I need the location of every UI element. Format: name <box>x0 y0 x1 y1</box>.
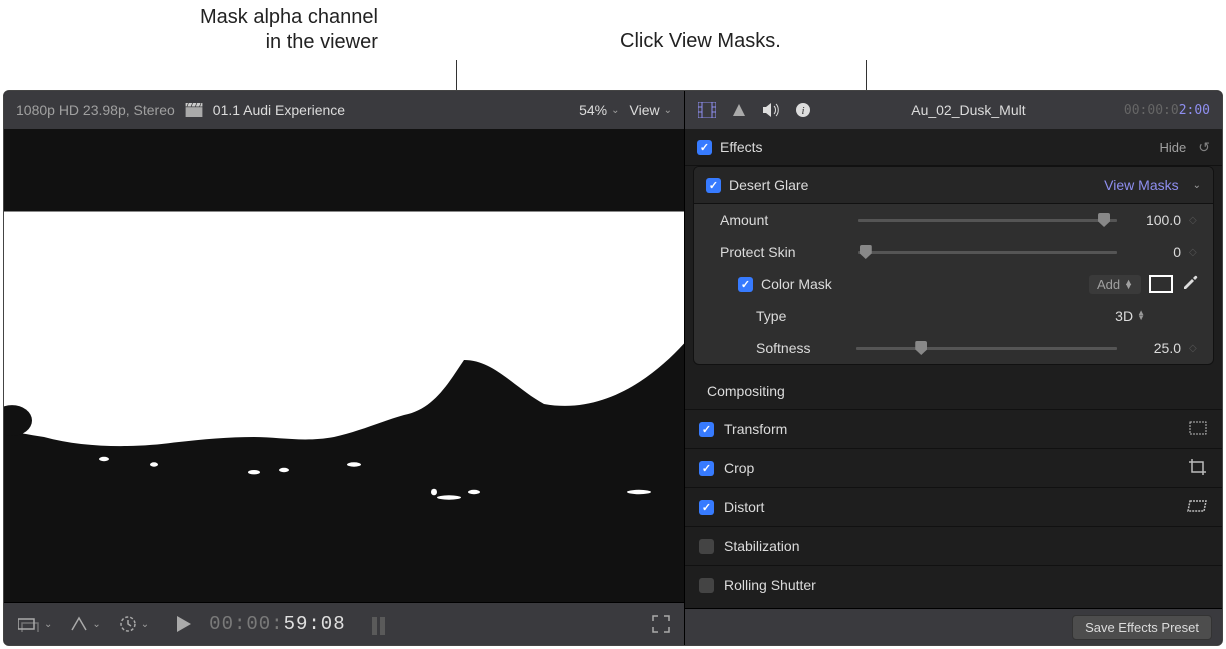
color-mask-checkbox[interactable] <box>738 277 753 292</box>
info-inspector-tab-icon[interactable]: i <box>793 100 813 120</box>
retime-icon[interactable]: ⌄ <box>119 615 149 633</box>
transform-label: Transform <box>724 421 787 437</box>
hide-button[interactable]: Hide <box>1160 140 1187 155</box>
viewer-pane: 1080p HD 23.98p, Stereo 01.1 Audi Experi… <box>4 91 684 645</box>
svg-text:i: i <box>801 105 804 117</box>
param-color-mask: Color Mask Add▲▼ <box>694 268 1213 300</box>
crop-tool-icon[interactable] <box>1188 458 1208 479</box>
param-softness: Softness 25.0 ◇ <box>694 332 1213 364</box>
inspector-header: i Au_02_Dusk_Mult 00:00:02:00 <box>685 91 1222 129</box>
keyframe-icon[interactable]: ◇ <box>1189 343 1199 354</box>
transform-tool-icon[interactable] <box>1188 420 1208 439</box>
fullscreen-icon[interactable] <box>652 615 670 633</box>
param-amount-label: Amount <box>720 212 850 228</box>
transform-checkbox[interactable] <box>699 422 714 437</box>
color-mask-add-dropdown[interactable]: Add▲▼ <box>1089 275 1141 294</box>
distort-section: Distort <box>685 487 1222 526</box>
effect-name: Desert Glare <box>729 177 808 193</box>
softness-label: Softness <box>756 340 848 356</box>
amount-slider[interactable] <box>858 219 1117 222</box>
distort-label: Distort <box>724 499 764 515</box>
inspector-pane: i Au_02_Dusk_Mult 00:00:02:00 Effects Hi… <box>684 91 1222 645</box>
type-dropdown[interactable]: 3D ▲▼ <box>1115 308 1145 324</box>
tool-mode-icon[interactable]: ⌄ <box>70 616 100 632</box>
color-mask-label: Color Mask <box>761 276 871 292</box>
color-inspector-tab-icon[interactable] <box>729 100 749 120</box>
view-dropdown[interactable]: View⌄ <box>630 102 672 118</box>
format-label: 1080p HD 23.98p, Stereo <box>16 102 175 118</box>
viewer-titlebar: 1080p HD 23.98p, Stereo 01.1 Audi Experi… <box>4 91 684 129</box>
inspector-footer: Save Effects Preset <box>685 608 1222 645</box>
app-window: 1080p HD 23.98p, Stereo 01.1 Audi Experi… <box>3 90 1223 646</box>
stabilization-section: Stabilization <box>685 526 1222 565</box>
crop-section: Crop <box>685 448 1222 487</box>
inspector-body: Effects Hide ↺ Desert Glare View Masks ⌄… <box>685 129 1222 608</box>
keyframe-icon[interactable]: ◇ <box>1189 215 1199 226</box>
softness-value[interactable]: 25.0 <box>1125 340 1181 356</box>
compositing-header: Compositing <box>685 373 1222 409</box>
callout-view-masks: Click View Masks. <box>620 30 781 53</box>
clip-duration: 00:00:02:00 <box>1124 103 1210 118</box>
stabilization-label: Stabilization <box>724 538 800 554</box>
stabilization-checkbox[interactable] <box>699 539 714 554</box>
param-protect-skin: Protect Skin 0 ◇ <box>694 236 1213 268</box>
view-masks-button[interactable]: View Masks <box>1104 177 1178 193</box>
rolling-shutter-label: Rolling Shutter <box>724 577 816 593</box>
protect-slider[interactable] <box>858 251 1117 254</box>
audio-inspector-tab-icon[interactable] <box>761 100 781 120</box>
audio-meter <box>372 613 385 635</box>
mask-alpha-display <box>4 129 684 602</box>
rolling-shutter-checkbox[interactable] <box>699 578 714 593</box>
effect-header: Desert Glare View Masks ⌄ <box>694 167 1213 204</box>
amount-value[interactable]: 100.0 <box>1125 212 1181 228</box>
timecode-display: 00:00:59:08 <box>209 613 345 635</box>
play-button[interactable] <box>177 616 191 632</box>
view-masks-chevron-icon[interactable]: ⌄ <box>1193 180 1201 191</box>
softness-slider[interactable] <box>856 347 1117 350</box>
effect-desert-glare: Desert Glare View Masks ⌄ Amount 100.0 ◇… <box>693 166 1214 365</box>
type-label: Type <box>756 308 848 324</box>
crop-label: Crop <box>724 460 754 476</box>
clapperboard-icon <box>185 103 203 117</box>
effect-checkbox[interactable] <box>706 178 721 193</box>
mask-rect-icon[interactable] <box>1149 275 1173 293</box>
effects-checkbox[interactable] <box>697 140 712 155</box>
effects-section-header: Effects Hide ↺ <box>685 129 1222 166</box>
param-type: Type 3D ▲▼ <box>694 300 1213 332</box>
project-name: 01.1 Audi Experience <box>213 102 345 118</box>
transport-bar: ⌄ ⌄ ⌄ 00:00:59:08 <box>4 602 684 645</box>
reset-effects-icon[interactable]: ↺ <box>1198 139 1210 156</box>
keyframe-icon[interactable]: ◇ <box>1189 247 1199 258</box>
crop-checkbox[interactable] <box>699 461 714 476</box>
clip-name: Au_02_Dusk_Mult <box>825 102 1112 118</box>
viewer-canvas[interactable] <box>4 129 684 602</box>
distort-checkbox[interactable] <box>699 500 714 515</box>
zoom-dropdown[interactable]: 54%⌄ <box>579 102 619 118</box>
protect-value[interactable]: 0 <box>1125 244 1181 260</box>
effects-label: Effects <box>720 139 763 155</box>
video-inspector-tab-icon[interactable] <box>697 100 717 120</box>
distort-tool-icon[interactable] <box>1186 499 1208 516</box>
rolling-shutter-section: Rolling Shutter <box>685 565 1222 604</box>
param-amount: Amount 100.0 ◇ <box>694 204 1213 236</box>
transform-section: Transform <box>685 409 1222 448</box>
callout-mask-alpha: Mask alpha channel in the viewer <box>200 5 378 55</box>
eyedropper-icon[interactable] <box>1181 274 1199 295</box>
clip-appearance-icon[interactable]: ⌄ <box>18 616 52 632</box>
save-effects-preset-button[interactable]: Save Effects Preset <box>1072 615 1212 640</box>
param-protect-label: Protect Skin <box>720 244 850 260</box>
